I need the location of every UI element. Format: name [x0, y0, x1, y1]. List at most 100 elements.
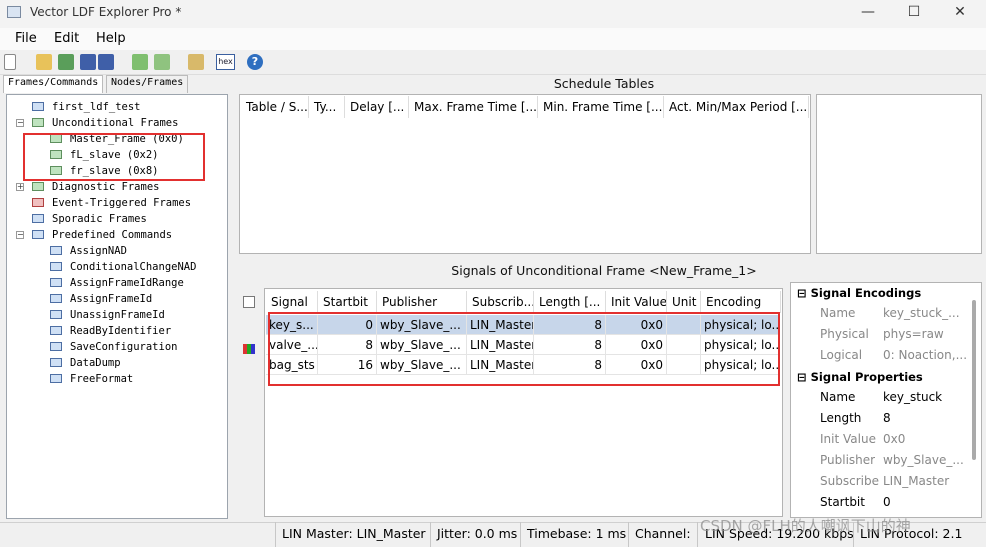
signals-column-header[interactable]: Length [... — [534, 291, 606, 313]
table-view-icon[interactable] — [243, 296, 255, 308]
tree-node-root[interactable]: first_ldf_test — [32, 99, 141, 115]
schedule-detail-panel — [816, 94, 982, 254]
tree-node-command[interactable]: FreeFormat — [50, 371, 133, 387]
tree-node-command[interactable]: ConditionalChangeNAD — [50, 259, 196, 275]
frames-folder-icon — [32, 118, 44, 127]
frames-folder-icon — [32, 182, 44, 191]
add-signal-icon[interactable] — [154, 54, 170, 70]
minimize-button[interactable]: — — [845, 0, 891, 26]
schedule-column-header[interactable]: Max. Frame Time [... — [409, 96, 538, 118]
property-value[interactable]: key_stuck_... — [883, 303, 968, 324]
property-value[interactable]: 0 — [883, 492, 968, 513]
command-icon — [50, 342, 62, 351]
new-file-icon[interactable] — [4, 54, 16, 70]
property-label: Publisher — [820, 453, 876, 467]
schedule-column-header[interactable]: Act. Min/Max Period [... — [664, 96, 809, 118]
schedule-column-header[interactable]: Min. Frame Time [... — [538, 96, 664, 118]
open-folder-icon[interactable] — [36, 54, 52, 70]
save-icon[interactable] — [80, 54, 96, 70]
tree-node-diagnostic-frames[interactable]: Diagnostic Frames — [32, 179, 159, 195]
window-title: Vector LDF Explorer Pro * — [30, 5, 182, 19]
status-separator — [520, 522, 521, 547]
close-button[interactable]: ✕ — [937, 0, 983, 26]
property-value[interactable]: 0x0 — [883, 429, 968, 450]
check-icon[interactable] — [58, 54, 74, 70]
command-icon — [50, 374, 62, 383]
status-channel: Channel: — [635, 526, 691, 541]
property-value[interactable]: 0: Noaction,... — [883, 345, 968, 366]
maximize-button[interactable]: ☐ — [891, 0, 937, 26]
status-separator — [628, 522, 629, 547]
properties-scrollbar[interactable] — [972, 300, 976, 460]
property-value[interactable]: key_stuck — [883, 387, 968, 408]
signals-column-header[interactable]: Subscrib... — [467, 291, 534, 313]
bits-view-icon[interactable] — [243, 344, 255, 354]
signals-column-header[interactable]: Unit — [667, 291, 701, 313]
collapse-icon: ⊟ — [797, 286, 811, 300]
schedule-column-header[interactable]: Delay [... — [345, 96, 409, 118]
collapse-icon[interactable]: − — [16, 231, 24, 239]
tree-node-command[interactable]: AssignNAD — [50, 243, 127, 259]
tree-node-command[interactable]: DataDump — [50, 355, 121, 371]
command-icon — [50, 358, 62, 367]
menu-bar — [0, 28, 986, 50]
expand-icon[interactable]: + — [16, 183, 24, 191]
tree-node-command[interactable]: SaveConfiguration — [50, 339, 177, 355]
command-icon — [50, 246, 62, 255]
hex-toggle-button[interactable]: hex — [216, 54, 235, 70]
event-frame-icon — [32, 198, 44, 207]
tab-frames-commands[interactable]: Frames/Commands — [3, 75, 104, 93]
commands-folder-icon — [32, 230, 44, 239]
tree-node-event-frames[interactable]: Event-Triggered Frames — [32, 195, 191, 211]
add-node-icon[interactable] — [188, 54, 204, 70]
property-label: Logical — [820, 348, 863, 362]
database-icon — [32, 102, 44, 111]
tree-node-command[interactable]: AssignFrameId — [50, 291, 152, 307]
status-timebase: Timebase: 1 ms — [527, 526, 627, 541]
menu-help[interactable]: Help — [96, 31, 126, 46]
highlight-box — [23, 133, 205, 181]
property-label: Init Value — [820, 432, 876, 446]
tree-node-sporadic-frames[interactable]: Sporadic Frames — [32, 211, 147, 227]
tab-nodes-frames[interactable]: Nodes/Frames — [106, 75, 189, 93]
schedule-column-header[interactable]: Ty... — [309, 96, 345, 118]
tree-node-command[interactable]: UnassignFrameId — [50, 307, 165, 323]
property-label: Physical — [820, 327, 869, 341]
tree-node-unconditional-frames[interactable]: Unconditional Frames — [32, 115, 178, 131]
signal-encodings-header[interactable]: ⊟ Signal Encodings — [797, 283, 921, 304]
menu-file[interactable]: File — [15, 31, 37, 46]
signals-column-header[interactable]: Startbit — [318, 291, 377, 313]
property-label: Name — [820, 306, 856, 320]
property-label: Length — [820, 411, 862, 425]
signals-column-header[interactable]: Init Value — [606, 291, 667, 313]
tree-node-predefined-commands[interactable]: Predefined Commands — [32, 227, 172, 243]
property-label: Startbit — [820, 495, 865, 509]
watermark: CSDN @FLH的人嘲讽下山的神 — [700, 517, 911, 535]
signals-title: Signals of Unconditional Frame <New_Fram… — [451, 263, 757, 278]
menu-edit[interactable]: Edit — [54, 31, 79, 46]
save-all-icon[interactable] — [98, 54, 114, 70]
sporadic-frame-icon — [32, 214, 44, 223]
help-icon[interactable]: ? — [247, 54, 263, 70]
signals-column-header[interactable]: Encoding — [701, 291, 781, 313]
schedule-column-header[interactable]: Table / S... — [241, 96, 309, 118]
signals-column-header[interactable]: Signal — [266, 291, 318, 313]
add-frame-icon[interactable] — [132, 54, 148, 70]
command-icon — [50, 310, 62, 319]
tree-node-command[interactable]: ReadByIdentifier — [50, 323, 171, 339]
status-master: LIN Master: LIN_Master — [282, 526, 426, 541]
signal-properties-header[interactable]: ⊟ Signal Properties — [797, 367, 923, 388]
schedule-tables-title: Schedule Tables — [553, 76, 655, 91]
status-separator — [697, 522, 698, 547]
status-separator — [275, 522, 276, 547]
property-value[interactable]: LIN_Master — [883, 471, 968, 492]
property-value[interactable]: wby_Slave_... — [883, 450, 968, 471]
property-value[interactable]: phys=raw — [883, 324, 968, 345]
tree-node-command[interactable]: AssignFrameIdRange — [50, 275, 184, 291]
command-icon — [50, 294, 62, 303]
command-icon — [50, 278, 62, 287]
collapse-icon[interactable]: − — [16, 119, 24, 127]
status-separator — [430, 522, 431, 547]
property-value[interactable]: 8 — [883, 408, 968, 429]
signals-column-header[interactable]: Publisher — [377, 291, 467, 313]
